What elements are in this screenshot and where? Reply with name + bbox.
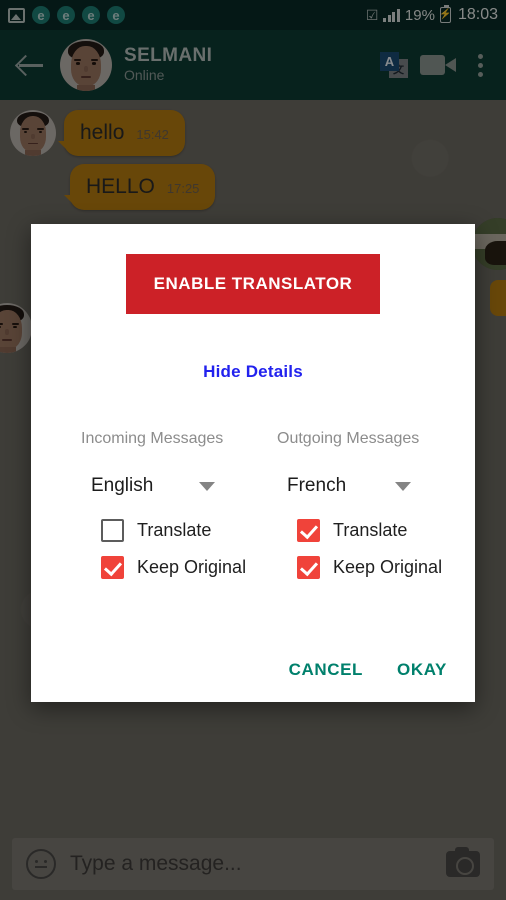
incoming-translate-checkbox[interactable] <box>101 519 124 542</box>
outgoing-keep-original-checkbox-row[interactable]: Keep Original <box>253 556 449 579</box>
outgoing-language-value: French <box>287 475 347 496</box>
incoming-messages-header: Incoming Messages <box>81 430 224 447</box>
outgoing-messages-column: Outgoing Messages French Translate Keep … <box>253 430 449 579</box>
incoming-keep-original-label: Keep Original <box>137 557 247 577</box>
app-root: e e e e ☑ 19% ⚡ 18:03 SELMANI Online A h… <box>0 0 506 900</box>
translator-options-columns: Incoming Messages English Translate Keep… <box>53 430 453 579</box>
incoming-keep-original-checkbox[interactable] <box>101 556 124 579</box>
enable-translator-button[interactable]: ENABLE TRANSLATOR <box>125 254 381 314</box>
chevron-down-icon <box>395 481 411 491</box>
incoming-keep-original-checkbox-row[interactable]: Keep Original <box>57 556 253 579</box>
chevron-down-icon <box>199 481 215 491</box>
translator-settings-dialog: ENABLE TRANSLATOR Hide Details Incoming … <box>31 224 475 702</box>
incoming-language-value: English <box>91 475 154 496</box>
outgoing-messages-header: Outgoing Messages <box>277 430 420 447</box>
incoming-messages-column: Incoming Messages English Translate Keep… <box>57 430 253 579</box>
outgoing-translate-checkbox[interactable] <box>297 519 320 542</box>
incoming-translate-label: Translate <box>137 520 212 540</box>
okay-button[interactable]: OKAY <box>397 660 447 680</box>
outgoing-keep-original-checkbox[interactable] <box>297 556 320 579</box>
outgoing-keep-original-label: Keep Original <box>333 557 443 577</box>
incoming-translate-checkbox-row[interactable]: Translate <box>57 519 253 542</box>
outgoing-translate-label: Translate <box>333 520 408 540</box>
hide-details-link[interactable]: Hide Details <box>203 362 303 382</box>
cancel-button[interactable]: CANCEL <box>289 660 363 680</box>
incoming-language-dropdown[interactable]: English <box>57 475 253 497</box>
outgoing-language-dropdown[interactable]: French <box>253 475 449 497</box>
outgoing-translate-checkbox-row[interactable]: Translate <box>253 519 449 542</box>
dialog-action-buttons: CANCEL OKAY <box>53 660 453 702</box>
